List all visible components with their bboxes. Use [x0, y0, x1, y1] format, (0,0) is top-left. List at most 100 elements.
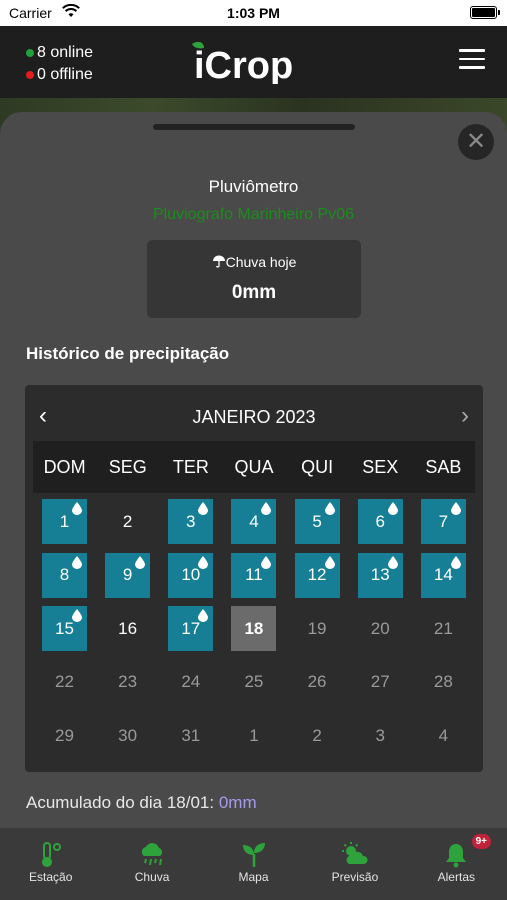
- calendar-month: JANEIRO 2023: [192, 407, 316, 427]
- calendar-day[interactable]: 2: [96, 499, 159, 553]
- history-title: Histórico de precipitação: [26, 344, 230, 363]
- calendar-day[interactable]: 19: [286, 606, 349, 660]
- calendar-day[interactable]: 7: [412, 499, 475, 553]
- weekday-label: QUA: [234, 457, 274, 477]
- day-number: 25: [244, 672, 264, 691]
- offline-count: 0 offline: [37, 66, 93, 83]
- calendar-day[interactable]: 11: [222, 552, 285, 607]
- calendar-day[interactable]: 14: [412, 552, 475, 607]
- calendar-day[interactable]: 29: [33, 713, 96, 767]
- raindrop-icon: [198, 609, 209, 622]
- raindrop-icon: [198, 502, 209, 515]
- calendar-day[interactable]: 15: [33, 606, 96, 660]
- calendar-day[interactable]: 27: [349, 660, 412, 714]
- tab-label: Previsão: [331, 870, 379, 884]
- alerts-badge: 9+: [471, 834, 492, 849]
- calendar-day[interactable]: 16: [96, 606, 159, 660]
- calendar-day[interactable]: 3: [349, 713, 412, 767]
- tab-previsao[interactable]: Previsão: [304, 828, 405, 900]
- calendar-week: 22 23 24 25 26 27 28: [33, 660, 475, 714]
- modal-title: Pluviômetro: [208, 177, 299, 196]
- day-number: 29: [55, 725, 74, 745]
- raindrop-icon: [72, 555, 82, 569]
- online-dot-icon: [26, 49, 34, 57]
- sun-cloud-icon: [341, 842, 368, 864]
- calendar-day[interactable]: 6: [349, 499, 412, 553]
- calendar-day[interactable]: 22: [33, 660, 96, 714]
- calendar-day[interactable]: 4: [222, 499, 285, 553]
- calendar-day[interactable]: 23: [96, 660, 159, 714]
- svg-text:iCrop: iCrop: [194, 45, 293, 84]
- tab-label: Chuva: [134, 870, 170, 884]
- icrop-logo: iCrop: [192, 41, 293, 84]
- calendar-day[interactable]: 10: [159, 552, 222, 607]
- day-number: 30: [118, 725, 138, 745]
- raindrop-icon: [198, 555, 209, 569]
- day-number: 3: [375, 725, 385, 745]
- calendar-day[interactable]: 18: [222, 606, 285, 660]
- rain-today-label: Chuva hoje: [225, 254, 297, 270]
- drag-handle[interactable]: [153, 124, 355, 130]
- tab-estacao[interactable]: Estação: [0, 828, 101, 900]
- offline-status: 0 offline: [26, 66, 93, 84]
- weekday-label: SAB: [425, 457, 462, 477]
- next-month-button[interactable]: ›: [461, 402, 469, 430]
- raindrop-icon: [72, 502, 82, 515]
- day-number: 27: [370, 672, 390, 691]
- day-number: 19: [307, 618, 327, 638]
- rain-today-label-row: Chuva hoje: [147, 254, 361, 270]
- weekday-label: TER: [172, 457, 209, 477]
- close-button[interactable]: ✕: [458, 124, 494, 160]
- precipitation-calendar: ‹ JANEIRO 2023 › DOM SEG TER QUA QUI SEX…: [25, 385, 483, 772]
- calendar-week: 1 2 34567: [33, 499, 475, 553]
- tab-label: Mapa: [238, 870, 269, 884]
- raindrop-icon: [387, 555, 398, 569]
- weekday-label: SEG: [108, 457, 147, 477]
- raindrop-icon: [72, 609, 82, 622]
- calendar-day[interactable]: 12: [286, 552, 349, 607]
- calendar-day[interactable]: 4: [412, 713, 475, 767]
- calendar-day[interactable]: 2: [286, 713, 349, 767]
- sprout-icon: [242, 843, 265, 867]
- rain-cloud-icon: [141, 843, 163, 866]
- calendar-day[interactable]: 26: [286, 660, 349, 714]
- accumulated-row: Acumulado do dia 18/01: 0mm: [26, 793, 257, 813]
- calendar-day[interactable]: 31: [159, 713, 222, 767]
- calendar-day[interactable]: 21: [412, 606, 475, 660]
- accumulated-label: Acumulado do dia 18/01:: [26, 793, 215, 812]
- calendar-day[interactable]: 13: [349, 552, 412, 607]
- day-number: 28: [433, 672, 453, 691]
- raindrop-icon: [324, 555, 335, 569]
- tab-mapa[interactable]: Mapa: [203, 828, 304, 900]
- calendar-day[interactable]: 20: [349, 606, 412, 660]
- tab-chuva[interactable]: Chuva: [101, 828, 202, 900]
- chevron-right-icon: ›: [461, 402, 469, 429]
- weekday-header: DOM SEG TER QUA QUI SEX SAB: [33, 441, 475, 493]
- calendar-day[interactable]: 3: [159, 499, 222, 553]
- calendar-day[interactable]: 1: [33, 499, 96, 553]
- calendar-day[interactable]: 28: [412, 660, 475, 714]
- calendar-day[interactable]: 25: [222, 660, 285, 714]
- rain-today-card: Chuva hoje 0mm: [147, 240, 361, 318]
- raindrop-icon: [261, 555, 272, 569]
- app-header: 8 online 0 offline iCrop: [0, 26, 507, 98]
- bottom-tab-bar: Estação Chuva Mapa Previsão 9+ Alertas: [0, 828, 507, 900]
- calendar-day[interactable]: 17: [159, 606, 222, 660]
- tab-label: Estação: [29, 870, 73, 884]
- calendar-day[interactable]: 30: [96, 713, 159, 767]
- online-status: 8 online: [26, 44, 93, 62]
- calendar-day[interactable]: 8: [33, 552, 96, 607]
- raindrop-icon: [324, 502, 335, 515]
- calendar-day[interactable]: 1: [222, 713, 285, 767]
- calendar-day[interactable]: 24: [159, 660, 222, 714]
- calendar-day[interactable]: 9: [96, 552, 159, 607]
- day-number: 31: [181, 725, 201, 745]
- day-number: 2: [122, 511, 133, 531]
- menu-button[interactable]: [459, 49, 485, 69]
- calendar-day[interactable]: 5: [286, 499, 349, 553]
- raindrop-icon: [450, 555, 461, 569]
- tab-alertas[interactable]: 9+ Alertas: [406, 828, 507, 900]
- thermometer-icon: [41, 842, 61, 867]
- day-number: 16: [118, 618, 138, 638]
- day-number: 22: [55, 672, 74, 691]
